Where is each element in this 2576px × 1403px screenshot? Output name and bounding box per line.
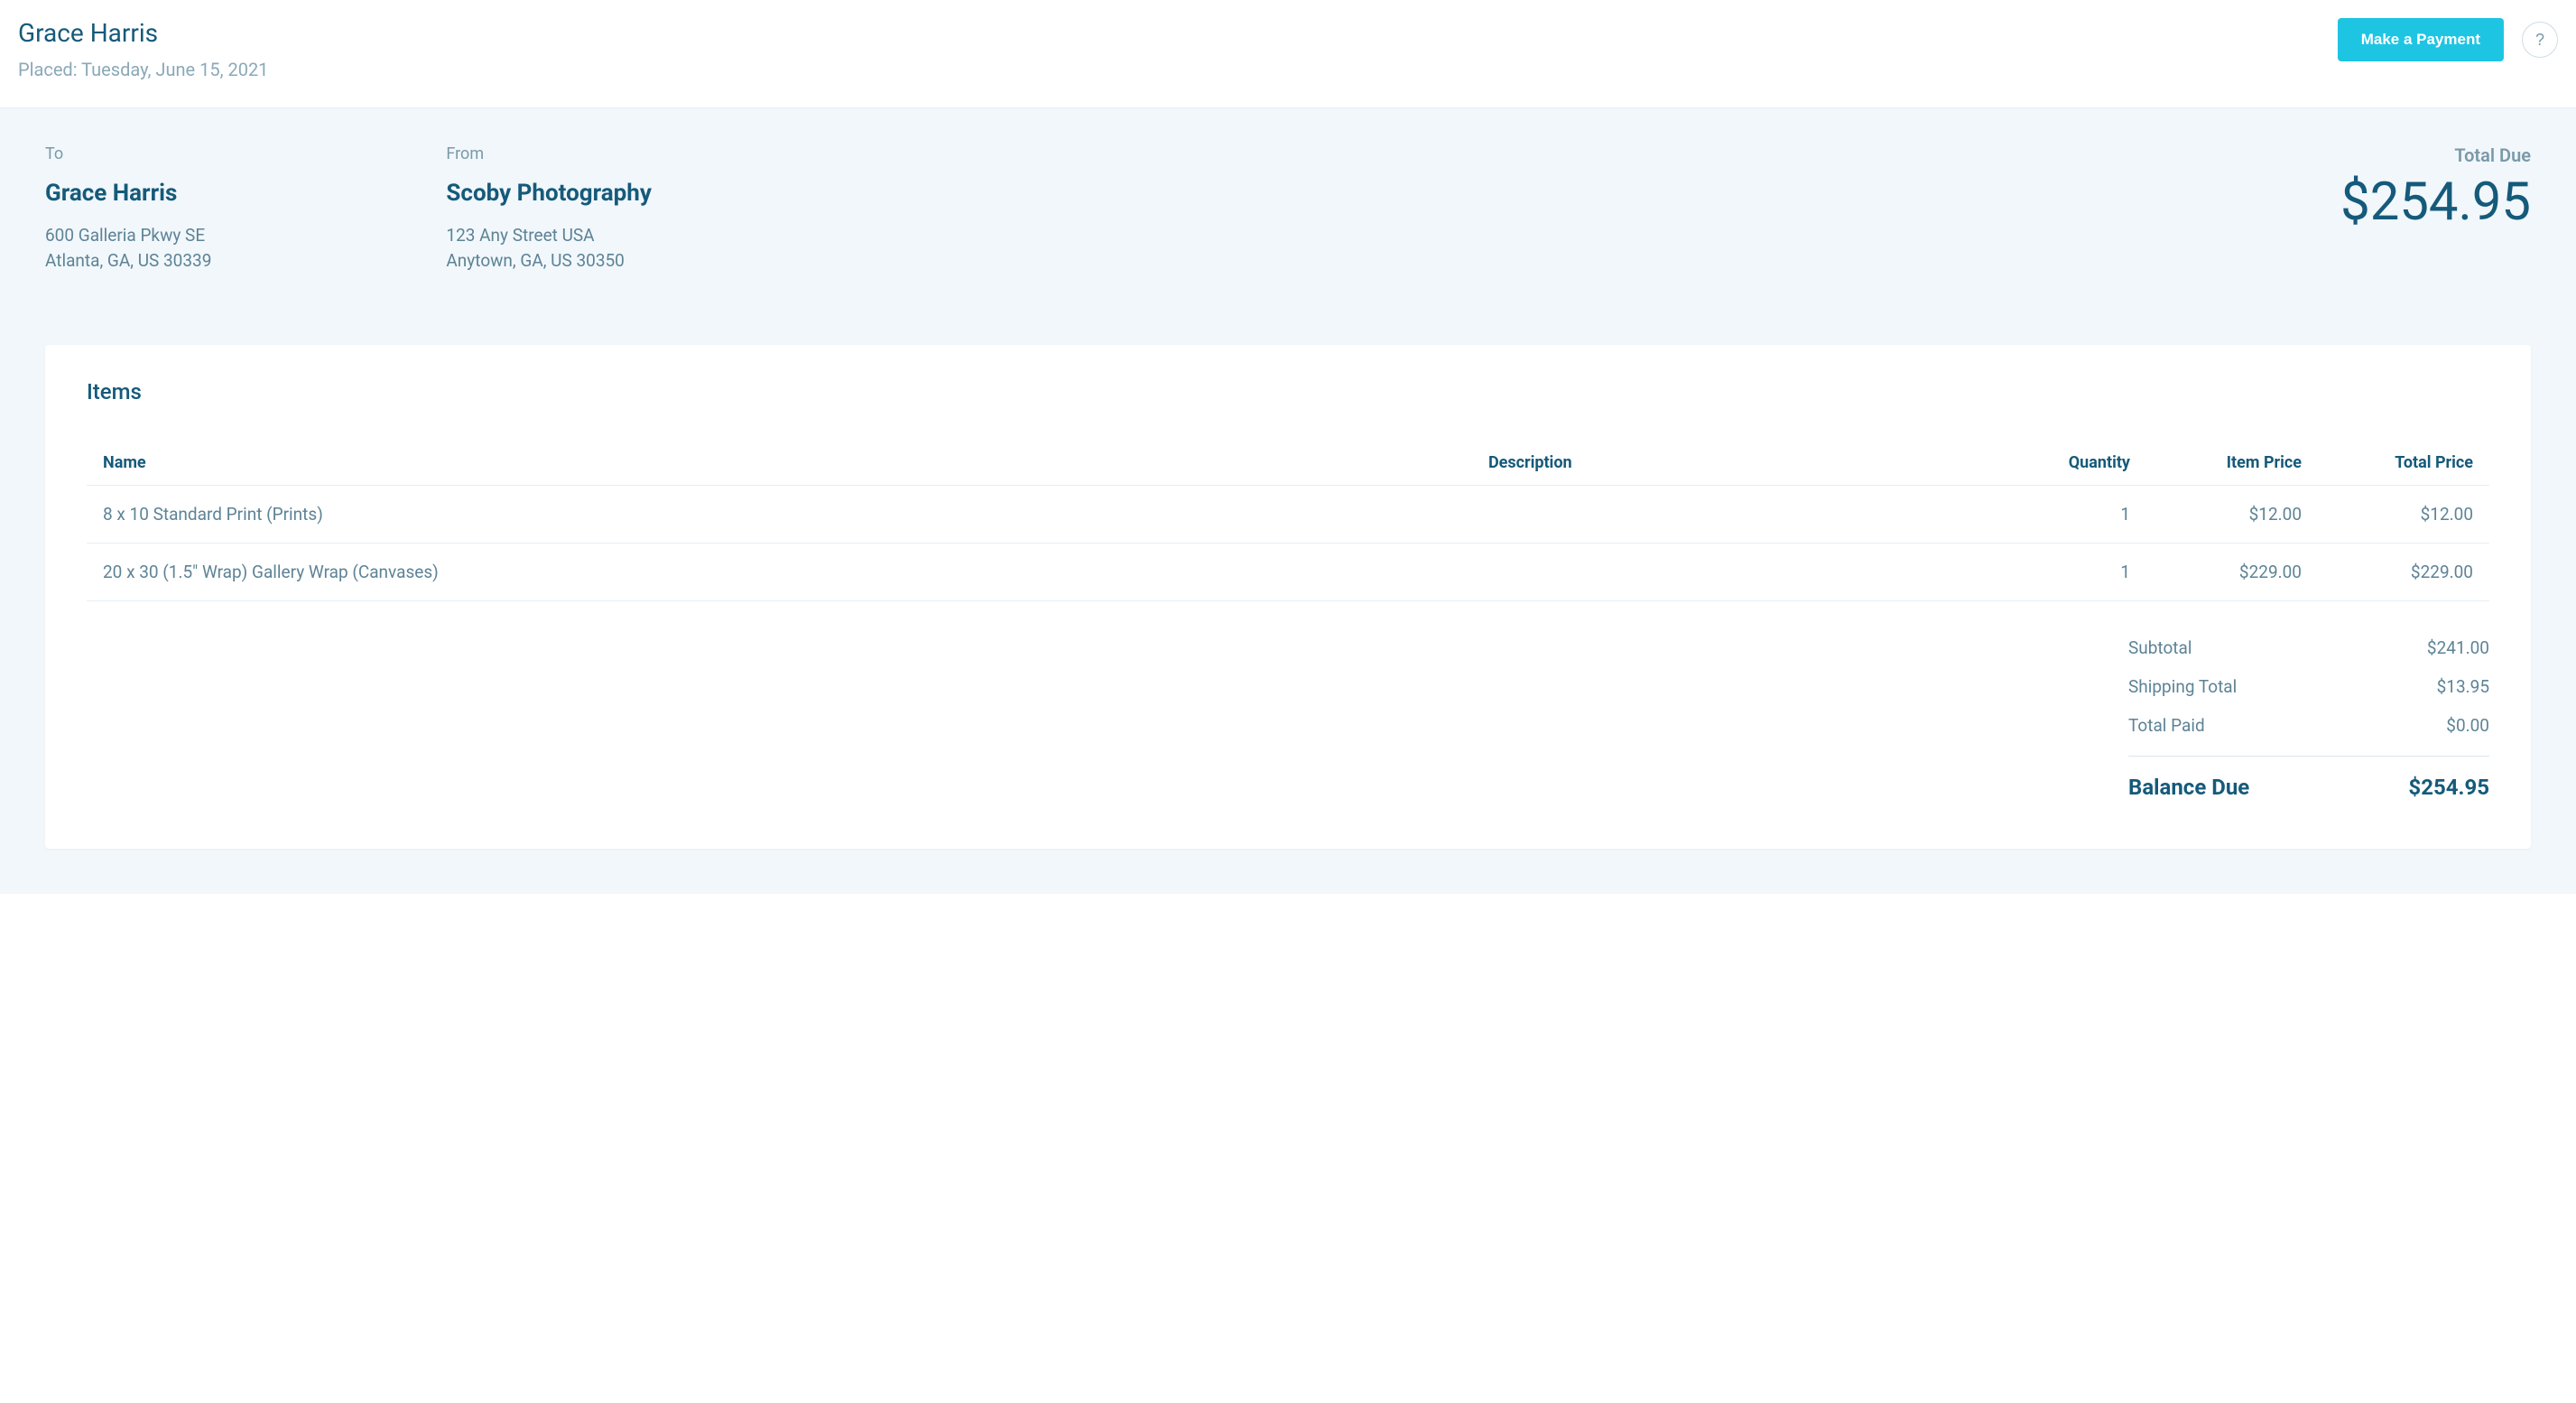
info-row: To Grace Harris 600 Galleria Pkwy SE Atl…: [45, 144, 2531, 273]
to-address-line2: Atlanta, GA, US 30339: [45, 248, 211, 274]
paid-label: Total Paid: [2128, 715, 2205, 736]
item-quantity: 1: [2029, 544, 2146, 601]
totals-section: Subtotal $241.00 Shipping Total $13.95 T…: [87, 628, 2489, 807]
items-header-row: Name Description Quantity Item Price Tot…: [87, 441, 2489, 486]
to-address-line1: 600 Galleria Pkwy SE: [45, 223, 211, 248]
balance-label: Balance Due: [2128, 775, 2249, 800]
item-price: $12.00: [2146, 486, 2318, 544]
placed-date: Placed: Tuesday, June 15, 2021: [18, 59, 268, 80]
shipping-value: $13.95: [2437, 676, 2489, 697]
from-name: Scoby Photography: [446, 180, 652, 207]
item-name: 20 x 30 (1.5" Wrap) Gallery Wrap (Canvas…: [87, 544, 1472, 601]
make-payment-button[interactable]: Make a Payment: [2338, 18, 2504, 61]
totals-divider: [2128, 756, 2489, 757]
table-row: 8 x 10 Standard Print (Prints)1$12.00$12…: [87, 486, 2489, 544]
help-button[interactable]: ?: [2522, 22, 2558, 58]
to-label: To: [45, 144, 211, 163]
header-right: Make a Payment ?: [2338, 18, 2558, 61]
help-icon: ?: [2535, 31, 2544, 50]
subtotal-label: Subtotal: [2128, 637, 2191, 658]
subtotal-row: Subtotal $241.00: [2128, 628, 2489, 667]
shipping-row: Shipping Total $13.95: [2128, 667, 2489, 706]
item-total-price: $12.00: [2318, 486, 2489, 544]
total-due-amount: $254.95: [2340, 172, 2531, 233]
items-title: Items: [87, 379, 2489, 404]
balance-value: $254.95: [2408, 775, 2489, 800]
col-total-price: Total Price: [2318, 441, 2489, 486]
balance-row: Balance Due $254.95: [2128, 767, 2489, 807]
totals-inner: Subtotal $241.00 Shipping Total $13.95 T…: [2128, 628, 2489, 807]
item-price: $229.00: [2146, 544, 2318, 601]
subtotal-value: $241.00: [2427, 637, 2489, 658]
paid-row: Total Paid $0.00: [2128, 706, 2489, 745]
col-quantity: Quantity: [2029, 441, 2146, 486]
item-description: [1472, 544, 2029, 601]
from-address-line1: 123 Any Street USA: [446, 223, 652, 248]
item-description: [1472, 486, 2029, 544]
customer-name: Grace Harris: [18, 18, 268, 48]
item-quantity: 1: [2029, 486, 2146, 544]
total-due-label: Total Due: [2340, 144, 2531, 166]
total-due-block: Total Due $254.95: [2340, 144, 2531, 273]
from-address-line2: Anytown, GA, US 30350: [446, 248, 652, 274]
to-name: Grace Harris: [45, 180, 211, 207]
table-row: 20 x 30 (1.5" Wrap) Gallery Wrap (Canvas…: [87, 544, 2489, 601]
col-name: Name: [87, 441, 1472, 486]
item-name: 8 x 10 Standard Print (Prints): [87, 486, 1472, 544]
paid-value: $0.00: [2446, 715, 2489, 736]
page-header: Grace Harris Placed: Tuesday, June 15, 2…: [0, 0, 2576, 107]
from-address: 123 Any Street USA Anytown, GA, US 30350: [446, 223, 652, 273]
to-block: To Grace Harris 600 Galleria Pkwy SE Atl…: [45, 144, 211, 273]
col-item-price: Item Price: [2146, 441, 2318, 486]
header-left: Grace Harris Placed: Tuesday, June 15, 2…: [18, 18, 268, 80]
items-card: Items Name Description Quantity Item Pri…: [45, 345, 2531, 849]
item-total-price: $229.00: [2318, 544, 2489, 601]
main-area: To Grace Harris 600 Galleria Pkwy SE Atl…: [0, 107, 2576, 894]
from-block: From Scoby Photography 123 Any Street US…: [446, 144, 652, 273]
from-label: From: [446, 144, 652, 163]
to-address: 600 Galleria Pkwy SE Atlanta, GA, US 303…: [45, 223, 211, 273]
info-left: To Grace Harris 600 Galleria Pkwy SE Atl…: [45, 144, 652, 273]
col-description: Description: [1472, 441, 2029, 486]
items-table: Name Description Quantity Item Price Tot…: [87, 441, 2489, 601]
shipping-label: Shipping Total: [2128, 676, 2237, 697]
